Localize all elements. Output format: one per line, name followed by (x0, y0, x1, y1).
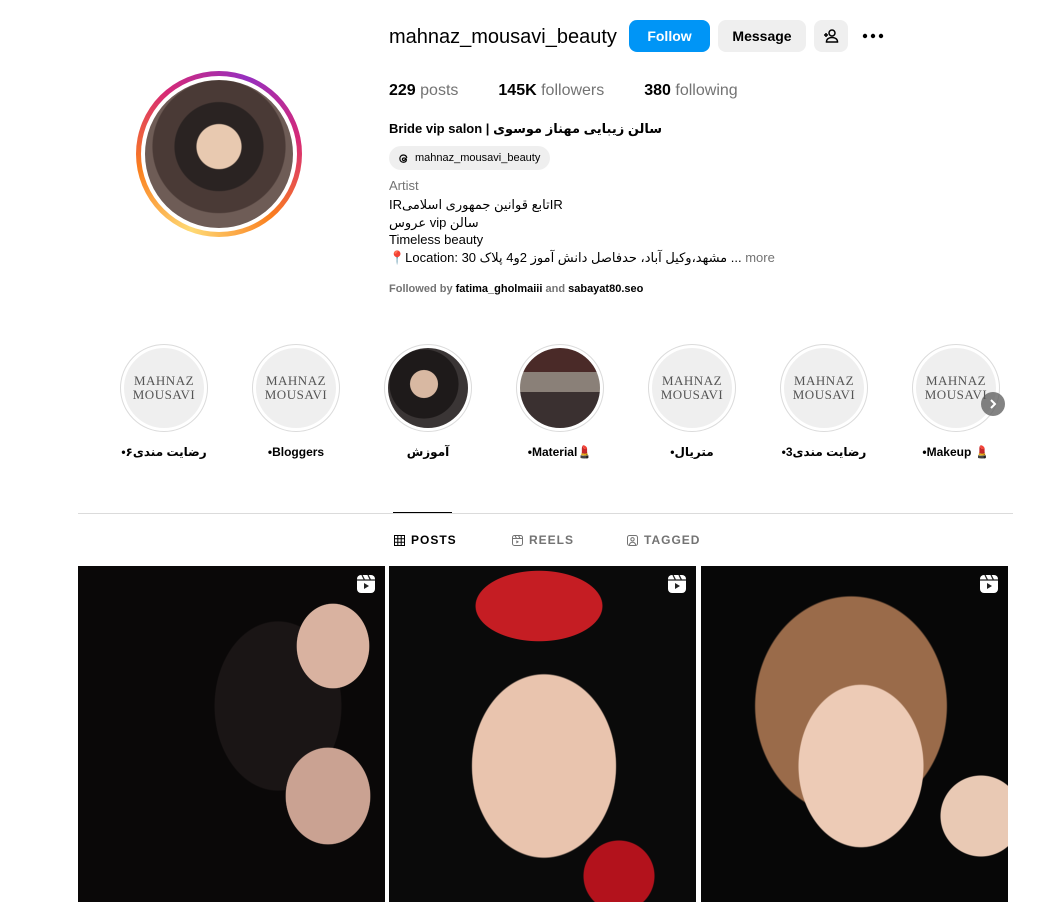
highlight-cover: MAHNAZ MOUSAVI (912, 344, 1000, 432)
highlight-item[interactable]: •Material💄 (505, 344, 615, 459)
highlight-label: •متریال (670, 445, 714, 459)
highlight-label: •Material💄 (527, 445, 593, 459)
add-user-icon (824, 29, 839, 43)
tab-reels[interactable]: REELS (512, 533, 574, 547)
active-tab-indicator (393, 512, 452, 513)
following-count[interactable]: 380 following (644, 82, 737, 100)
highlight-cover: MAHNAZ MOUSAVI (648, 344, 736, 432)
suggest-accounts-button[interactable] (814, 20, 848, 52)
bio-line-4: 📍Location: مشهد،وکیل آباد، حدفاصل دانش آ… (389, 250, 775, 266)
threads-link[interactable]: mahnaz_mousavi_beauty (389, 146, 551, 170)
bio-line-3: Timeless beauty (389, 232, 484, 247)
highlight-cover: MAHNAZ MOUSAVI (120, 344, 208, 432)
highlight-label: •Bloggers (267, 445, 325, 459)
tabs-divider (78, 513, 1013, 514)
more-icon (862, 33, 884, 39)
highlight-cover (384, 344, 472, 432)
profile-stats: 229 posts 145K followers 380 following (389, 82, 738, 100)
highlight-item[interactable]: آموزش (373, 344, 483, 459)
avatar[interactable] (145, 80, 293, 228)
bio-line-1: IRتابع قوانین جمهوری اسلامیIR (389, 197, 563, 212)
posts-count: 229 posts (389, 82, 459, 99)
bio-location: 📍Location: مشهد،وکیل آباد، حدفاصل دانش آ… (389, 250, 742, 265)
threads-handle: mahnaz_mousavi_beauty (415, 152, 541, 164)
profile-category: Artist (389, 178, 419, 193)
highlight-label: •Makeup 💄 (922, 445, 990, 459)
highlight-item[interactable]: MAHNAZ MOUSAVI •رضایت مندی۶ (109, 344, 219, 459)
followed-by: Followed by fatima_gholmaiii and sabayat… (389, 283, 644, 295)
reels-icon (512, 534, 523, 546)
profile-avatar-ring[interactable] (136, 71, 302, 237)
highlight-label: •رضایت مندی3 (781, 445, 867, 459)
tab-posts[interactable]: POSTS (394, 533, 457, 547)
post-thumbnail[interactable] (701, 566, 1008, 902)
post-thumbnail[interactable] (389, 566, 696, 902)
post-thumbnail[interactable] (78, 566, 385, 902)
followers-count[interactable]: 145K followers (498, 82, 604, 100)
threads-icon (399, 153, 408, 163)
grid-icon (394, 534, 405, 546)
profile-username: mahnaz_mousavi_beauty (389, 26, 617, 48)
message-button[interactable]: Message (718, 20, 806, 52)
highlight-cover: MAHNAZ MOUSAVI (252, 344, 340, 432)
highlight-item[interactable]: MAHNAZ MOUSAVI •Bloggers (241, 344, 351, 459)
highlights-next-button[interactable] (981, 392, 1005, 416)
avatar-border (141, 76, 297, 232)
highlight-item[interactable]: MAHNAZ MOUSAVI •متریال (637, 344, 747, 459)
bio-line-2: عروس vip سالن (389, 215, 479, 230)
profile-full-name: Bride vip salon | سالن زیبایی مهناز موسو… (389, 121, 663, 136)
followed-by-user[interactable]: fatima_gholmaiii (456, 283, 543, 295)
tab-tagged[interactable]: TAGGED (627, 533, 700, 547)
chevron-right-icon (990, 399, 997, 409)
follow-button[interactable]: Follow (629, 20, 710, 52)
reel-icon (980, 574, 998, 593)
highlight-label: آموزش (406, 445, 450, 459)
highlight-cover: MAHNAZ MOUSAVI (780, 344, 868, 432)
highlight-label: •رضایت مندی۶ (121, 445, 207, 459)
reel-icon (668, 574, 686, 593)
options-button[interactable] (858, 20, 888, 52)
bio-more-link[interactable]: more (745, 250, 775, 265)
tagged-icon (627, 534, 638, 546)
followed-by-user[interactable]: sabayat80.seo (568, 283, 643, 295)
highlight-item[interactable]: MAHNAZ MOUSAVI •رضایت مندی3 (769, 344, 879, 459)
reel-icon (357, 574, 375, 593)
highlight-cover (516, 344, 604, 432)
